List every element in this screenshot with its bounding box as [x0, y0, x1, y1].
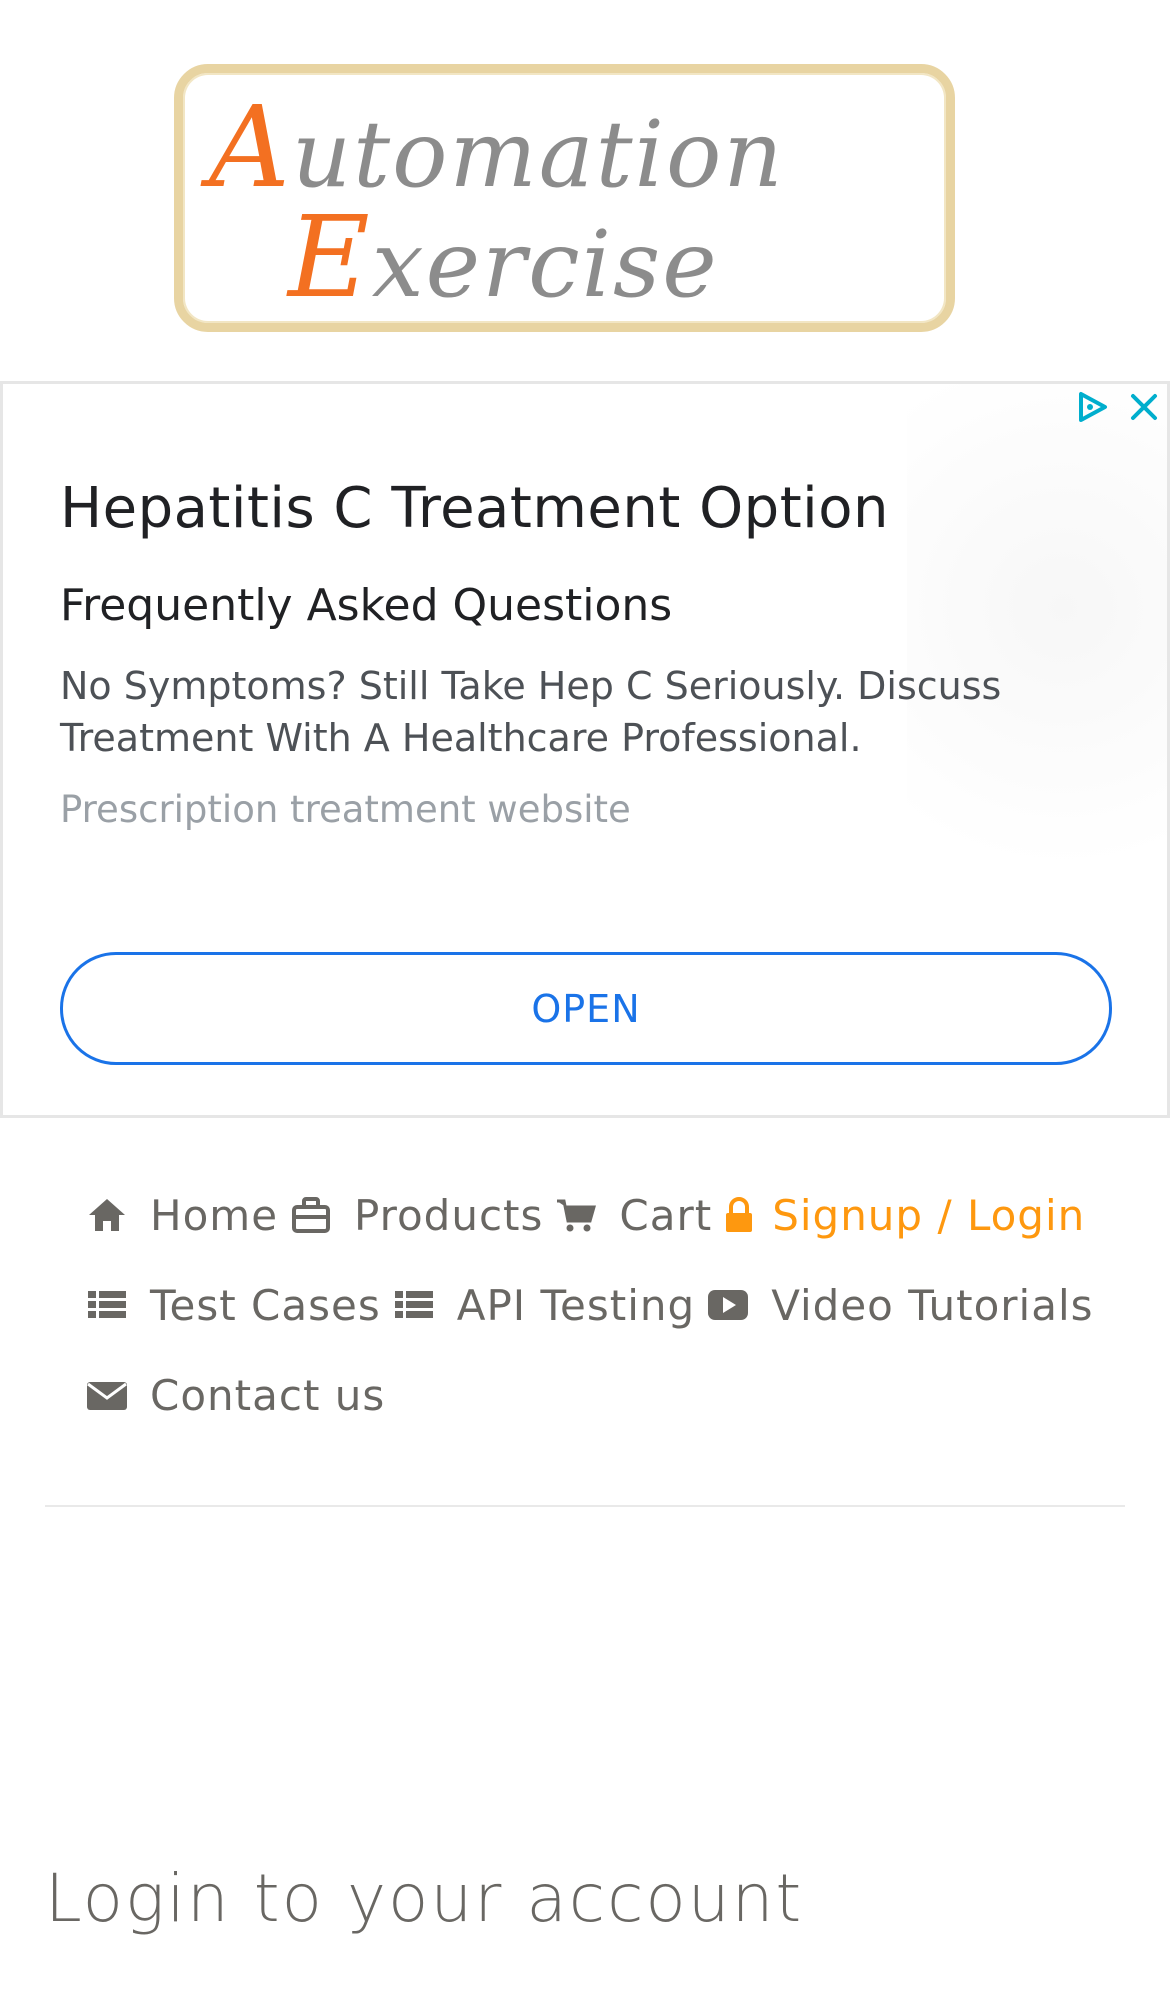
- ad-title[interactable]: Hepatitis C Treatment Option: [60, 476, 889, 541]
- ad-controls: [1075, 390, 1161, 424]
- envelope-icon: [86, 1375, 128, 1415]
- briefcase-icon: [290, 1195, 332, 1235]
- header-divider: [45, 1505, 1125, 1507]
- nav-item-contact-us[interactable]: Contact us: [86, 1371, 385, 1420]
- home-icon: [86, 1195, 128, 1235]
- list-icon: [393, 1285, 435, 1325]
- ad-open-button[interactable]: OPEN: [60, 952, 1112, 1065]
- nav-row: Home Products Cart Signup / Login: [86, 1170, 1126, 1260]
- advertisement[interactable]: Hepatitis C Treatment Option Frequently …: [0, 381, 1170, 1118]
- nav-item-home[interactable]: Home: [86, 1191, 278, 1240]
- main-nav: Home Products Cart Signup / Login Test C…: [86, 1170, 1126, 1440]
- nav-item-signup-login[interactable]: Signup / Login: [724, 1191, 1085, 1240]
- nav-label: Contact us: [150, 1370, 386, 1420]
- logo-word: xercise: [371, 211, 719, 318]
- close-icon[interactable]: [1127, 390, 1161, 424]
- logo-line-exercise: Exercise: [288, 193, 719, 323]
- nav-row: Contact us: [86, 1350, 1126, 1440]
- ad-source: Prescription treatment website: [60, 788, 631, 831]
- nav-label: Signup / Login: [772, 1190, 1086, 1240]
- site-logo[interactable]: Automation Exercise: [174, 64, 955, 332]
- nav-item-products[interactable]: Products: [290, 1191, 543, 1240]
- logo-letter: E: [288, 193, 372, 323]
- lock-icon: [724, 1195, 754, 1235]
- nav-label: Home: [150, 1190, 279, 1240]
- youtube-play-icon: [707, 1285, 749, 1325]
- nav-label: Products: [354, 1190, 544, 1240]
- nav-label: API Testing: [456, 1280, 696, 1330]
- adchoices-icon[interactable]: [1075, 390, 1109, 424]
- nav-label: Video Tutorials: [771, 1280, 1094, 1330]
- nav-item-test-cases[interactable]: Test Cases: [86, 1281, 381, 1330]
- login-form-title: Login to your account: [45, 1860, 804, 1937]
- nav-label: Cart: [619, 1190, 713, 1240]
- logo-word: utomation: [291, 101, 785, 208]
- nav-item-video-tutorials[interactable]: Video Tutorials: [707, 1281, 1093, 1330]
- ad-description: No Symptoms? Still Take Hep C Seriously.…: [60, 664, 1002, 760]
- logo-letter: A: [209, 83, 292, 213]
- list-icon: [86, 1285, 128, 1325]
- nav-item-api-testing[interactable]: API Testing: [393, 1281, 695, 1330]
- nav-item-cart[interactable]: Cart: [555, 1191, 712, 1240]
- cart-icon: [555, 1195, 597, 1235]
- nav-row: Test Cases API Testing Video Tutorials: [86, 1260, 1126, 1350]
- nav-label: Test Cases: [150, 1280, 381, 1330]
- ad-subtitle[interactable]: Frequently Asked Questions: [60, 580, 672, 631]
